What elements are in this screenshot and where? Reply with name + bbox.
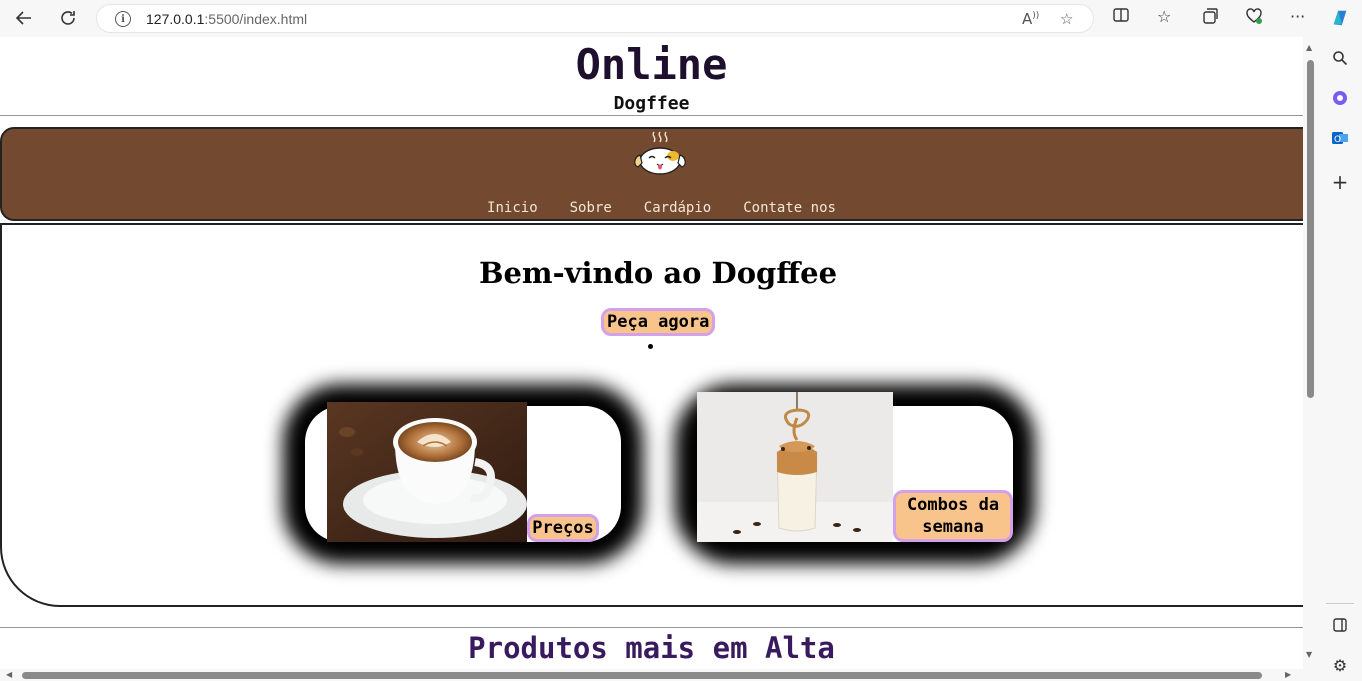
browser-sidebar: O + ⚙: [1318, 0, 1362, 681]
split-screen-icon[interactable]: [1113, 7, 1129, 27]
search-icon[interactable]: [1330, 48, 1350, 68]
site-info-icon[interactable]: i: [115, 11, 131, 27]
site-title: Online: [575, 40, 728, 89]
prices-button[interactable]: Preços: [527, 514, 599, 542]
dog-coffee-logo: [630, 130, 690, 178]
refresh-icon[interactable]: [56, 6, 80, 30]
main-menu: Inicio Sobre Cardápio Contate nos: [0, 200, 1303, 216]
copilot-shopping-icon[interactable]: [1330, 88, 1350, 108]
scroll-right-arrow-icon[interactable]: ▶: [1285, 670, 1291, 679]
more-menu-icon[interactable]: ···: [1290, 7, 1305, 26]
scroll-up-arrow-icon[interactable]: ▲: [1306, 43, 1312, 52]
hero-title: Bem-vindo ao Dogffee: [478, 256, 838, 290]
site-subtitle: Dogffee: [613, 93, 690, 114]
browser-toolbar: i 127.0.0.1:5500/index.html A)) ☆ ☆ ···: [0, 0, 1362, 37]
favorites-icon[interactable]: ☆: [1157, 7, 1171, 26]
hide-sidebar-icon[interactable]: [1330, 615, 1350, 635]
address-bar[interactable]: i 127.0.0.1:5500/index.html A)) ☆: [96, 4, 1094, 33]
favorite-star-icon[interactable]: ☆: [1060, 10, 1073, 28]
scroll-down-arrow-icon[interactable]: ▼: [1306, 650, 1312, 659]
trending-products-title: Produtos mais em Alta: [468, 631, 835, 665]
read-aloud-icon[interactable]: A)): [1022, 10, 1039, 28]
page-viewport: Online Dogffee Inicio Sobre Cardápio Con…: [0, 37, 1303, 669]
horizontal-scrollbar[interactable]: ◀ ▶: [0, 669, 1303, 681]
menu-item-cardapio[interactable]: Cardápio: [644, 200, 711, 216]
outlook-icon[interactable]: O: [1330, 128, 1350, 148]
back-arrow-icon[interactable]: [12, 6, 36, 30]
browser-essentials-icon[interactable]: [1245, 7, 1263, 29]
divider: [0, 115, 1303, 116]
list-bullet: [648, 344, 653, 349]
url-text[interactable]: 127.0.0.1:5500/index.html: [146, 11, 307, 27]
vertical-scrollbar[interactable]: ▲ ▼: [1303, 37, 1318, 669]
menu-item-sobre[interactable]: Sobre: [570, 200, 612, 216]
sidebar-divider: [1326, 603, 1354, 604]
order-now-button[interactable]: Peça agora: [601, 308, 716, 336]
latte-coffee-image: [327, 402, 527, 542]
divider: [0, 627, 1303, 628]
menu-item-inicio[interactable]: Inicio: [487, 200, 538, 216]
add-icon[interactable]: +: [1330, 170, 1350, 194]
scroll-left-arrow-icon[interactable]: ◀: [6, 670, 12, 679]
collections-icon[interactable]: [1201, 7, 1219, 29]
scroll-thumb[interactable]: [22, 672, 1262, 679]
copilot-icon[interactable]: [1330, 8, 1350, 28]
dalgona-coffee-image: [697, 392, 893, 542]
menu-item-contato[interactable]: Contate nos: [743, 200, 836, 216]
scroll-thumb[interactable]: [1307, 60, 1314, 398]
settings-gear-icon[interactable]: ⚙: [1330, 655, 1350, 675]
svg-text:O: O: [1334, 135, 1341, 145]
weekly-combos-button[interactable]: Combos da semana: [893, 490, 1013, 542]
